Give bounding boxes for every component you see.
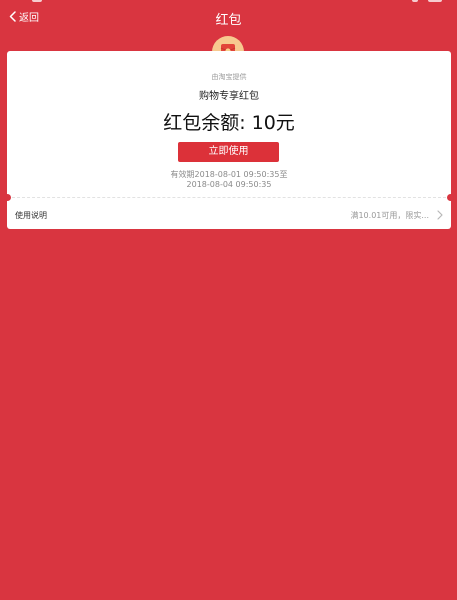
usage-instructions-label: 使用说明 [15,211,47,220]
status-bar-fragment [32,0,42,2]
card-notch-right [447,194,454,201]
page-title: 红包 [215,13,242,28]
chevron-right-icon [437,210,443,220]
validity-start: 有效期2018-08-01 09:50:35至 [170,170,288,179]
balance-amount: 红包余额: 10元 [163,112,295,134]
dashed-divider [7,197,451,198]
packet-name: 购物专享红包 [199,91,259,102]
validity-end: 2018-08-04 09:50:35 [186,180,272,189]
validity-period: 有效期2018-08-01 09:50:35至 2018-08-04 09:50… [7,170,451,190]
navigation-bar: 返回 红包 [0,0,457,34]
status-bar-fragment [428,0,442,2]
card-notch-left [4,194,11,201]
use-now-button[interactable]: 立即使用 [178,142,279,162]
red-packet-card: 由淘宝提供 购物专享红包 红包余额: 10元 立即使用 有效期2018-08-0… [4,51,454,229]
provider-text: 由淘宝提供 [211,73,247,81]
usage-instructions-row[interactable]: 使用说明 满10.01可用，限实... [7,201,451,229]
status-bar-fragment [412,0,418,2]
usage-instructions-summary: 满10.01可用，限实... [350,211,429,220]
